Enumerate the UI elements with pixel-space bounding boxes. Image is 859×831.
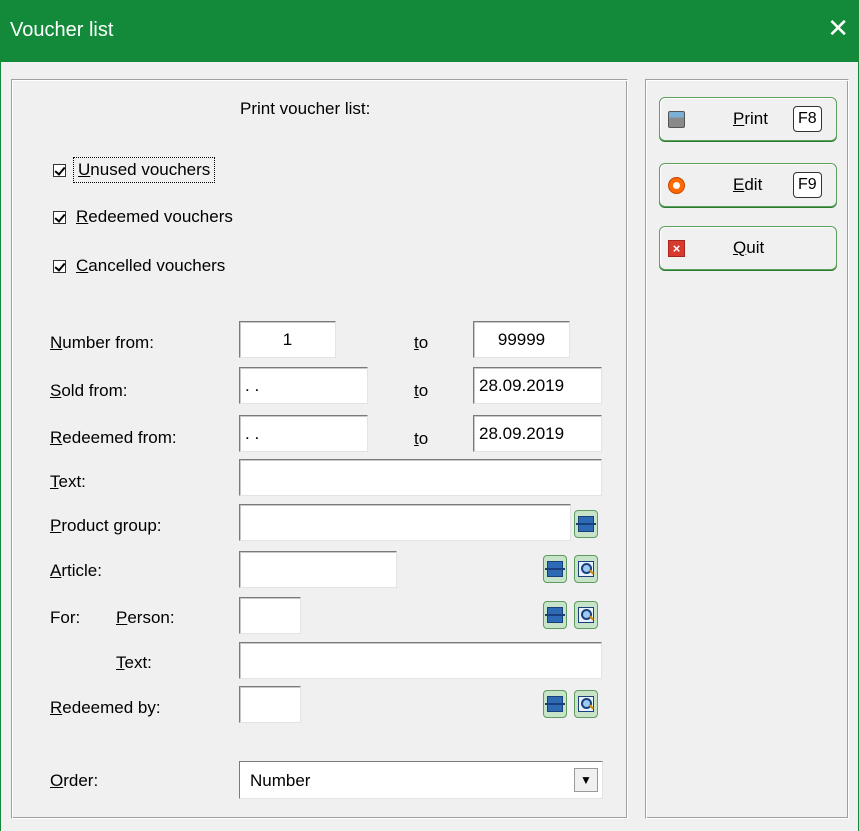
article-search-button[interactable] [574, 555, 598, 583]
checkbox-cancelled-vouchers[interactable]: Cancelled vouchers [53, 256, 225, 276]
checkbox-label: Unused vouchers [72, 157, 216, 183]
search-icon [578, 561, 594, 577]
order-select[interactable]: Number ▼ [239, 761, 603, 799]
redeemed-by-list-button[interactable] [543, 690, 567, 718]
checkbox-redeemed-vouchers[interactable]: Redeemed vouchers [53, 207, 233, 227]
window-border-left [0, 62, 1, 831]
person-input[interactable] [239, 597, 301, 634]
checkbox-checked-icon[interactable] [53, 210, 66, 224]
product-group-list-button[interactable] [574, 510, 598, 538]
article-list-button[interactable] [543, 555, 567, 583]
quit-button[interactable]: × Quit [659, 226, 837, 270]
checkbox-checked-icon[interactable] [53, 163, 66, 177]
sold-from-label: Sold from: [50, 381, 128, 400]
product-group-input[interactable] [239, 504, 571, 541]
text-input[interactable] [239, 459, 602, 496]
redeemed-by-input[interactable] [239, 686, 301, 723]
checkbox-label: Redeemed vouchers [76, 207, 233, 226]
edit-shortcut-key: F9 [793, 172, 822, 198]
search-icon [578, 696, 594, 712]
panel-heading: Print voucher list: [240, 99, 371, 118]
edit-button[interactable]: Edit F9 [659, 163, 837, 207]
checkbox-unused-vouchers[interactable]: Unused vouchers [53, 157, 216, 183]
to-label: to [414, 429, 429, 448]
dropdown-arrow-icon[interactable]: ▼ [574, 768, 598, 792]
printer-icon [668, 111, 685, 128]
redeemed-by-search-button[interactable] [574, 690, 598, 718]
number-to-input[interactable]: 99999 [473, 321, 570, 358]
list-icon [545, 561, 565, 577]
to-label: to [414, 333, 429, 352]
for-text-label: Text: [116, 653, 152, 672]
list-icon [576, 516, 596, 532]
redeemed-to-input[interactable]: 28.09.2019 [473, 415, 602, 452]
list-icon [545, 696, 565, 712]
edit-circle-icon [668, 177, 685, 194]
article-label: Article: [50, 561, 102, 580]
sold-from-input[interactable]: . . [239, 367, 368, 404]
print-shortcut-key: F8 [793, 106, 822, 132]
redeemed-by-label: Redeemed by: [50, 698, 161, 717]
for-label: For: [50, 608, 81, 627]
print-button[interactable]: Print F8 [659, 97, 837, 141]
to-label: to [414, 381, 429, 400]
person-label: Person: [116, 608, 175, 627]
sold-to-input[interactable]: 28.09.2019 [473, 367, 602, 404]
window-title: Voucher list [10, 19, 114, 41]
list-icon [545, 607, 565, 623]
quit-button-label: Quit [733, 238, 765, 257]
edit-button-label: Edit [733, 175, 763, 194]
redeemed-from-input[interactable]: . . [239, 415, 368, 452]
product-group-label: Product group: [50, 516, 162, 535]
article-input[interactable] [239, 551, 397, 588]
person-list-button[interactable] [543, 601, 567, 629]
search-icon [578, 607, 594, 623]
close-icon[interactable]: ✕ [827, 13, 849, 43]
print-button-label: Print [733, 109, 768, 128]
quit-x-icon: × [668, 240, 685, 257]
text-label: Text: [50, 472, 86, 491]
order-selected-value: Number [250, 771, 311, 790]
number-from-input[interactable]: 1 [239, 321, 336, 358]
title-bar: Voucher list ✕ [0, 0, 859, 62]
number-from-label: Number from: [50, 333, 154, 352]
checkbox-checked-icon[interactable] [53, 259, 66, 273]
checkbox-label: Cancelled vouchers [76, 256, 226, 275]
for-text-input[interactable] [239, 642, 602, 679]
person-search-button[interactable] [574, 601, 598, 629]
order-label: Order: [50, 771, 99, 790]
redeemed-from-label: Redeemed from: [50, 428, 177, 447]
